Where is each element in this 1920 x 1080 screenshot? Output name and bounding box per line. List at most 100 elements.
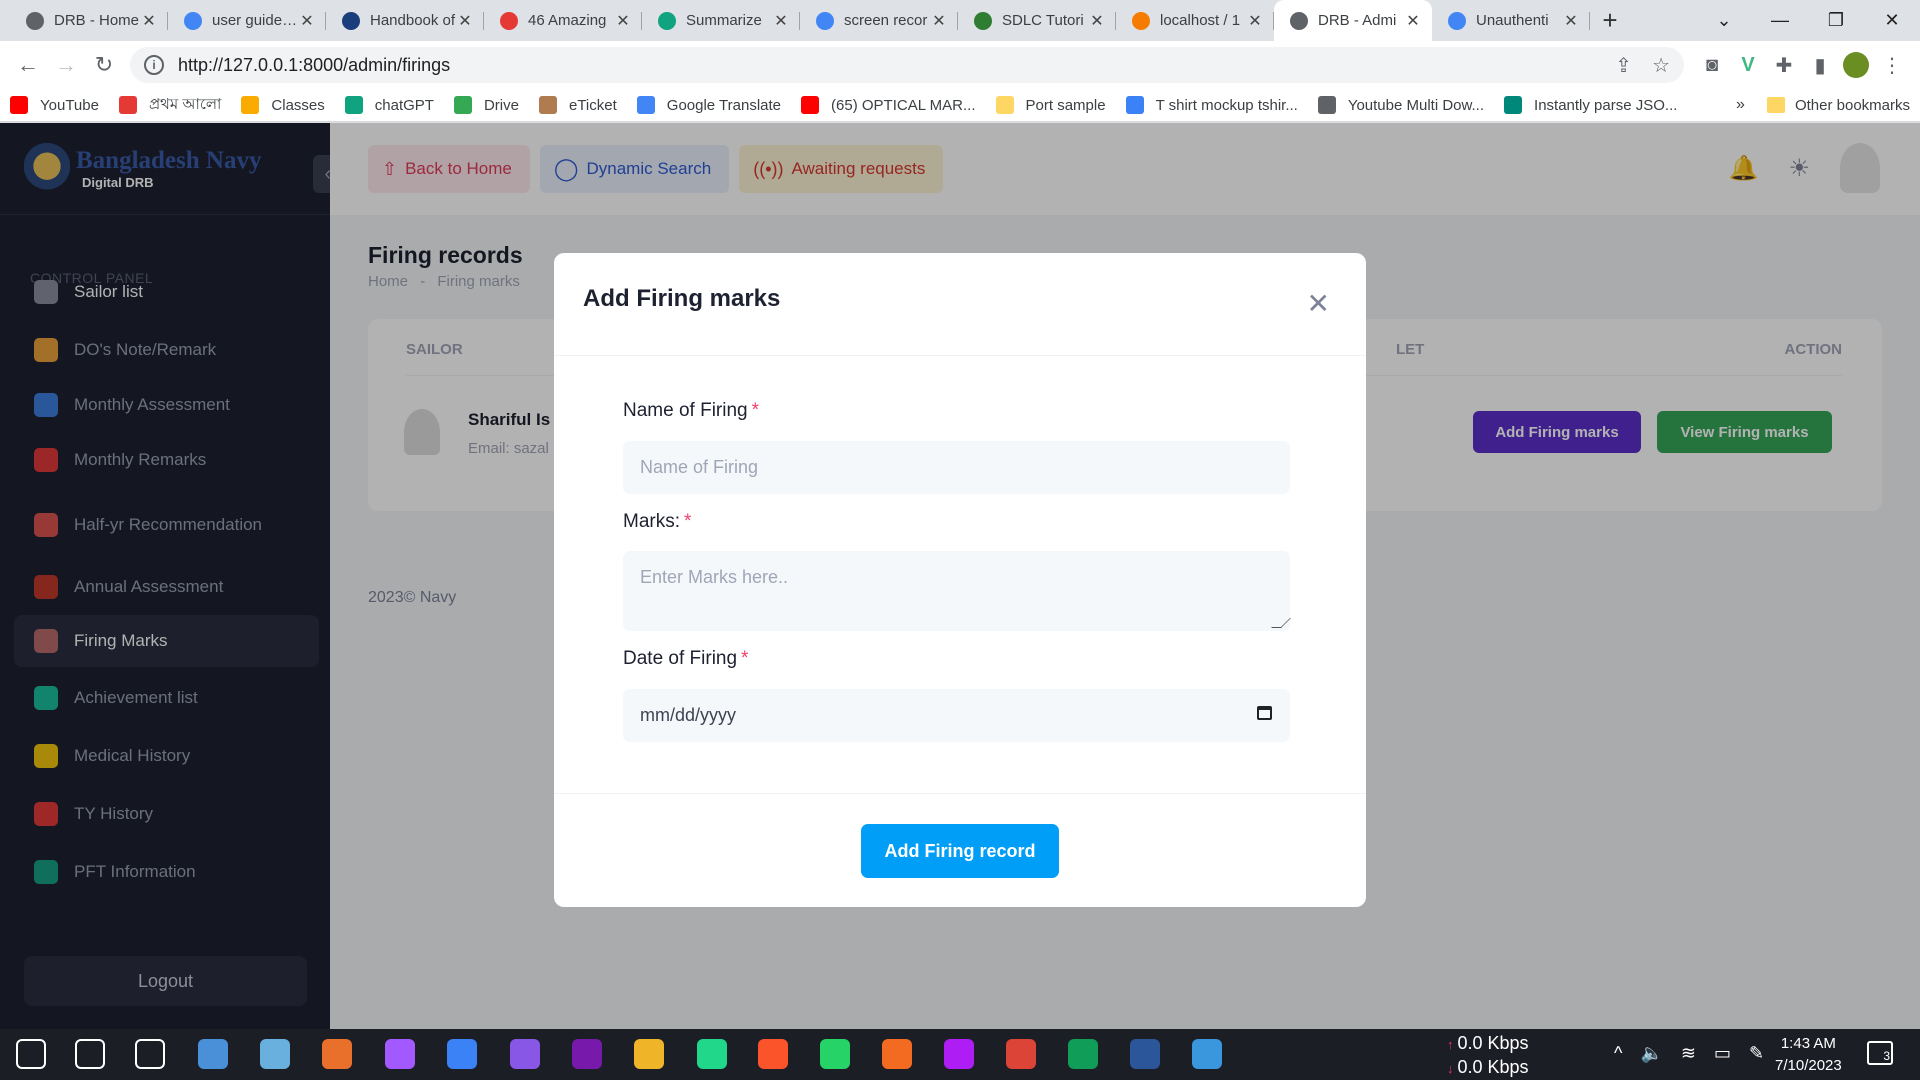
taskbar-app-icon[interactable] bbox=[820, 1039, 850, 1069]
taskbar-app-icon[interactable] bbox=[944, 1039, 974, 1069]
bookmark-item[interactable]: Classes bbox=[241, 96, 325, 114]
wifi-icon[interactable]: ≋ bbox=[1681, 1043, 1696, 1064]
tab-search-icon[interactable]: ⌄ bbox=[1696, 0, 1752, 41]
forward-arrow-icon[interactable]: → bbox=[48, 47, 84, 83]
site-info-icon[interactable]: i bbox=[144, 55, 164, 75]
taskbar-app-icon[interactable] bbox=[322, 1039, 352, 1069]
bookmark-item[interactable]: eTicket bbox=[538, 96, 617, 114]
taskbar-app-icon[interactable] bbox=[385, 1039, 415, 1069]
minimize-button[interactable]: — bbox=[1752, 0, 1808, 41]
folder-icon bbox=[1766, 97, 1785, 113]
browser-tab[interactable]: SDLC Tutori ✕ bbox=[958, 0, 1116, 41]
calendar-icon[interactable] bbox=[1257, 706, 1272, 720]
browser-menu-icon[interactable]: ⋮ bbox=[1874, 47, 1910, 83]
tab-favicon-icon bbox=[342, 11, 360, 30]
tab-title: Handbook of bbox=[370, 12, 456, 29]
notification-center-icon[interactable]: 3 bbox=[1867, 1041, 1893, 1065]
taskbar-app-icon[interactable] bbox=[510, 1039, 540, 1069]
taskbar-app-icon[interactable] bbox=[1130, 1039, 1160, 1069]
tab-title: user guide ex bbox=[212, 12, 298, 29]
bookmark-label: eTicket bbox=[568, 96, 617, 114]
close-icon[interactable]: ✕ bbox=[1307, 287, 1330, 320]
upload-arrow-icon: ↑ bbox=[1447, 1037, 1454, 1052]
bookmark-item[interactable]: YouTube bbox=[10, 96, 99, 114]
share-icon[interactable]: ⇪ bbox=[1615, 53, 1632, 78]
bookmark-item[interactable]: Youtube Multi Dow... bbox=[1317, 96, 1484, 114]
browser-tab[interactable]: DRB - Admi ✕ bbox=[1274, 0, 1432, 41]
tray-chevron-icon[interactable]: ^ bbox=[1614, 1043, 1622, 1064]
tab-title: screen recor bbox=[844, 12, 928, 29]
address-bar[interactable]: i http://127.0.0.1:8000/admin/firings ⇪ … bbox=[130, 47, 1684, 83]
required-asterisk: * bbox=[684, 511, 692, 532]
browser-tab[interactable]: localhost / 1 ✕ bbox=[1116, 0, 1274, 41]
taskbar-app-icon[interactable] bbox=[198, 1039, 228, 1069]
taskbar-clock[interactable]: 1:43 AM 7/10/2023 bbox=[1775, 1033, 1842, 1077]
other-bookmarks[interactable]: Other bookmarks bbox=[1795, 97, 1910, 114]
tab-favicon-icon bbox=[974, 11, 992, 30]
bookmark-item[interactable]: Port sample bbox=[995, 96, 1106, 114]
taskbar-app-icon[interactable] bbox=[1192, 1039, 1222, 1069]
marks-textarea[interactable] bbox=[623, 551, 1290, 631]
browser-tab[interactable]: 46 Amazing ✕ bbox=[484, 0, 642, 41]
more-bookmarks-chevron[interactable]: » bbox=[1736, 96, 1745, 114]
taskbar-app-icon[interactable] bbox=[447, 1039, 477, 1069]
tab-close-icon[interactable]: ✕ bbox=[772, 11, 790, 31]
tab-close-icon[interactable]: ✕ bbox=[1562, 11, 1580, 31]
new-tab-button[interactable]: + bbox=[1590, 0, 1630, 41]
bookmark-item[interactable]: Instantly parse JSO... bbox=[1504, 96, 1677, 114]
task-view-icon[interactable] bbox=[135, 1039, 165, 1069]
bookmark-item[interactable]: (65) OPTICAL MAR... bbox=[801, 96, 976, 114]
start-button[interactable] bbox=[16, 1039, 46, 1069]
taskbar-app-icon[interactable] bbox=[758, 1039, 788, 1069]
browser-tab[interactable]: Summarize ✕ bbox=[642, 0, 800, 41]
reload-icon[interactable]: ↻ bbox=[86, 47, 122, 83]
browser-tab[interactable]: DRB - Home ✕ bbox=[10, 0, 168, 41]
extensions-puzzle-icon[interactable]: ✚ bbox=[1766, 47, 1802, 83]
browser-tab[interactable]: user guide ex ✕ bbox=[168, 0, 326, 41]
search-icon[interactable] bbox=[75, 1039, 105, 1069]
url-text[interactable]: http://127.0.0.1:8000/admin/firings bbox=[178, 55, 1595, 76]
download-arrow-icon: ↓ bbox=[1447, 1061, 1454, 1076]
bookmark-item[interactable]: প্রথম আলো bbox=[118, 93, 221, 118]
volume-icon[interactable]: 🔈 bbox=[1640, 1043, 1662, 1064]
tab-close-icon[interactable]: ✕ bbox=[298, 11, 316, 31]
tab-close-icon[interactable]: ✕ bbox=[930, 11, 948, 31]
close-window-button[interactable]: ✕ bbox=[1864, 0, 1920, 41]
camera-icon[interactable]: ◙ bbox=[1694, 47, 1730, 83]
taskbar-app-icon[interactable] bbox=[634, 1039, 664, 1069]
bookmark-item[interactable]: chatGPT bbox=[344, 96, 434, 114]
tab-close-icon[interactable]: ✕ bbox=[456, 11, 474, 31]
taskbar-app-icon[interactable] bbox=[882, 1039, 912, 1069]
bookmark-label: Google Translate bbox=[666, 96, 782, 114]
browser-tab[interactable]: Unauthenti ✕ bbox=[1432, 0, 1590, 41]
add-firing-record-button[interactable]: Add Firing record bbox=[861, 824, 1059, 878]
tab-close-icon[interactable]: ✕ bbox=[1246, 11, 1264, 31]
tab-close-icon[interactable]: ✕ bbox=[140, 11, 158, 31]
browser-tab[interactable]: Handbook of ✕ bbox=[326, 0, 484, 41]
restore-button[interactable]: ❐ bbox=[1808, 0, 1864, 41]
tab-favicon-icon bbox=[1448, 11, 1466, 30]
bookmark-item[interactable]: Drive bbox=[453, 96, 519, 114]
pen-icon[interactable]: ✎ bbox=[1749, 1043, 1764, 1064]
taskbar-app-icon[interactable] bbox=[572, 1039, 602, 1069]
bookmark-item[interactable]: Google Translate bbox=[636, 96, 782, 114]
taskbar-app-icon[interactable] bbox=[260, 1039, 290, 1069]
back-arrow-icon[interactable]: ← bbox=[10, 47, 46, 83]
date-of-firing-input[interactable]: mm/dd/yyyy bbox=[623, 689, 1290, 742]
taskbar-app-icon[interactable] bbox=[1006, 1039, 1036, 1069]
battery-icon[interactable]: ▭ bbox=[1714, 1043, 1731, 1064]
tab-close-icon[interactable]: ✕ bbox=[1404, 11, 1422, 31]
name-of-firing-input[interactable] bbox=[623, 441, 1290, 494]
taskbar-app-icon[interactable] bbox=[697, 1039, 727, 1069]
bookmark-star-icon[interactable]: ☆ bbox=[1652, 53, 1670, 78]
vue-extension-icon[interactable]: V bbox=[1730, 47, 1766, 83]
tab-close-icon[interactable]: ✕ bbox=[1088, 11, 1106, 31]
profile-avatar[interactable] bbox=[1838, 47, 1874, 83]
bookmark-item[interactable]: T shirt mockup tshir... bbox=[1125, 96, 1298, 114]
browser-tab[interactable]: screen recor ✕ bbox=[800, 0, 958, 41]
side-panel-icon[interactable]: ▮ bbox=[1802, 47, 1838, 83]
bookmark-favicon-icon bbox=[453, 96, 472, 114]
taskbar-app-icon[interactable] bbox=[1068, 1039, 1098, 1069]
bookmark-label: Drive bbox=[483, 96, 519, 114]
tab-close-icon[interactable]: ✕ bbox=[614, 11, 632, 31]
